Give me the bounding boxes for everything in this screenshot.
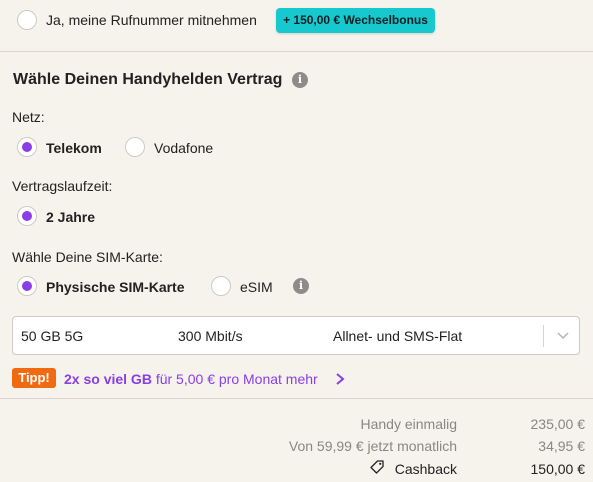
section-divider-bottom <box>0 398 593 399</box>
sim-radio-esim[interactable] <box>211 276 231 296</box>
sim-option-physical[interactable]: Physische SIM-Karte <box>46 278 185 296</box>
term-radio-2-jahre[interactable] <box>17 206 37 226</box>
tip-highlight: 2x so viel GB <box>64 371 152 387</box>
summary-value-cashback: 150,00 € <box>530 461 586 477</box>
tariff-select[interactable]: 50 GB 5G 300 Mbit/s Allnet- und SMS-Flat <box>12 316 580 355</box>
chevron-right-icon[interactable] <box>334 372 346 386</box>
tip-text: für 5,00 € pro Monat mehr <box>151 371 318 387</box>
number-porting-label[interactable]: Ja, meine Rufnummer mitnehmen <box>46 11 257 29</box>
term-option-2-jahre[interactable]: 2 Jahre <box>46 208 95 226</box>
sim-label: Wähle Deine SIM-Karte: <box>12 249 163 265</box>
tag-icon <box>370 460 384 474</box>
network-radio-telekom[interactable] <box>17 137 37 157</box>
info-icon[interactable]: i <box>292 72 308 88</box>
summary-value-monthly: 34,95 € <box>538 438 585 454</box>
term-label: Vertragslaufzeit: <box>12 178 113 194</box>
sim-option-esim[interactable]: eSIM <box>240 278 273 296</box>
tariff-data-volume: 50 GB 5G <box>21 328 84 344</box>
network-label: Netz: <box>12 109 45 125</box>
wechselbonus-badge: + 150,00 € Wechselbonus <box>276 8 435 33</box>
summary-label-cashback: Cashback <box>394 461 457 477</box>
tariff-flat: Allnet- und SMS-Flat <box>333 328 463 344</box>
summary-label-monthly: Von 59,99 € jetzt monatlich <box>288 438 457 454</box>
summary-value-handy: 235,00 € <box>530 416 586 432</box>
sim-radio-physical[interactable] <box>17 276 37 296</box>
info-icon[interactable]: i <box>293 278 309 294</box>
section-divider-top <box>0 51 593 52</box>
network-radio-vodafone[interactable] <box>125 137 145 157</box>
chevron-down-icon[interactable] <box>555 327 571 343</box>
tariff-speed: 300 Mbit/s <box>178 328 243 344</box>
contract-section-title: Wähle Deinen Handyhelden Vertrag <box>13 71 283 88</box>
select-separator <box>543 325 544 347</box>
tip-link[interactable]: 2x so viel GB für 5,00 € pro Monat mehr <box>64 370 318 388</box>
tip-badge: Tipp! <box>12 368 56 388</box>
network-option-vodafone[interactable]: Vodafone <box>154 139 213 157</box>
network-option-telekom[interactable]: Telekom <box>46 139 102 157</box>
summary-label-handy: Handy einmalig <box>360 416 458 432</box>
number-porting-radio[interactable] <box>17 10 37 30</box>
